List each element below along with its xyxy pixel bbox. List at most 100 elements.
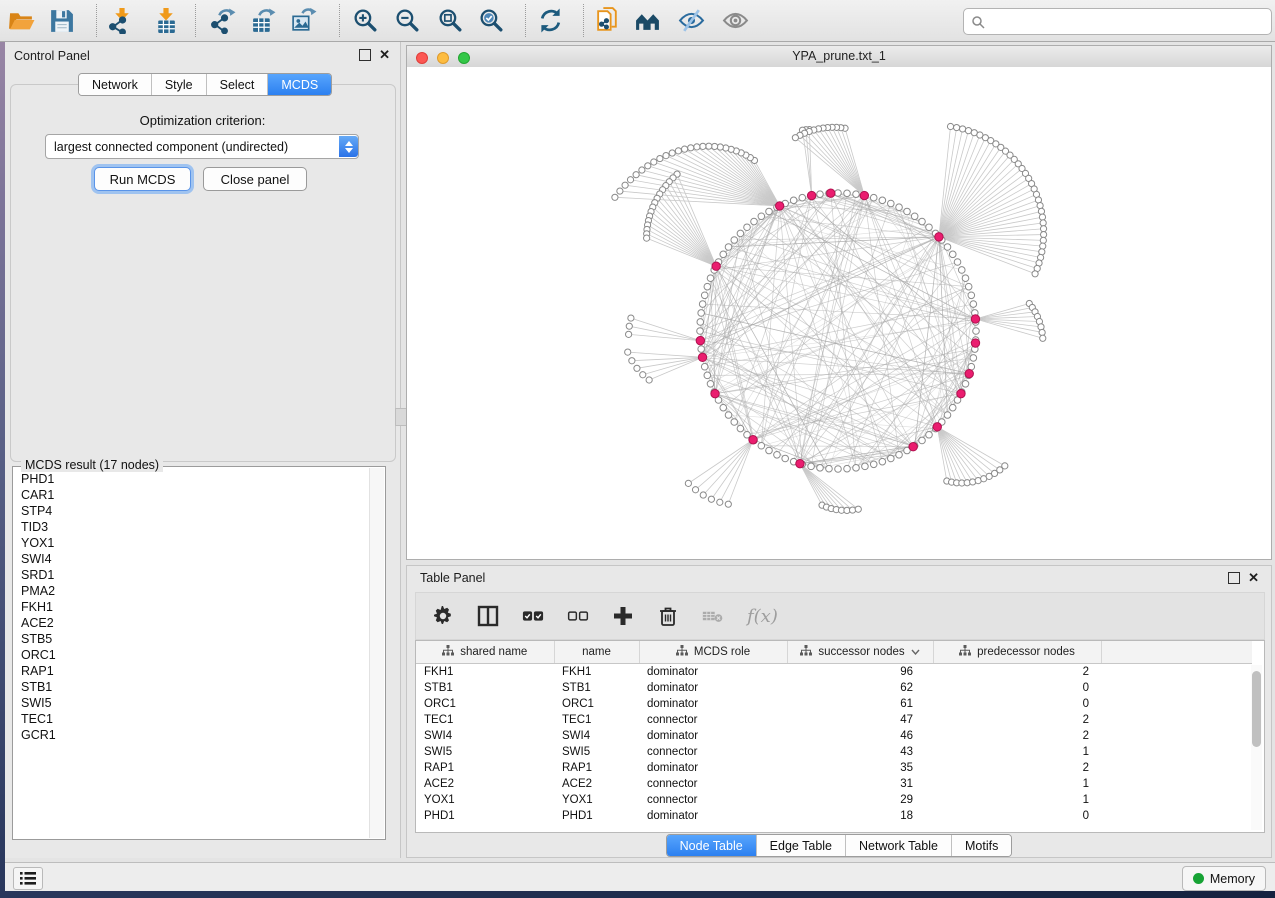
task-history-button[interactable]	[13, 867, 43, 890]
mcds-node-item[interactable]: SWI4	[14, 551, 369, 567]
tab-node-table[interactable]: Node Table	[667, 835, 756, 856]
table-scrollbar-thumb[interactable]	[1252, 671, 1261, 747]
table-cell: RAP1	[416, 760, 554, 776]
network-window-title: YPA_prune.txt_1	[407, 49, 1271, 63]
close-panel-icon[interactable]: ✕	[1248, 573, 1259, 583]
table-row[interactable]: STB1STB1dominator620	[416, 680, 1252, 696]
hide-selected-icon[interactable]	[678, 7, 705, 34]
zoom-in-icon[interactable]	[352, 7, 379, 34]
mcds-node-item[interactable]: TID3	[14, 519, 369, 535]
zoom-selected-icon[interactable]	[478, 7, 505, 34]
table-row[interactable]: RAP1RAP1dominator352	[416, 760, 1252, 776]
mcds-node-item[interactable]: SRD1	[14, 567, 369, 583]
mcds-result-title: MCDS result (17 nodes)	[21, 458, 163, 472]
network-window-titlebar[interactable]: YPA_prune.txt_1	[407, 46, 1271, 68]
table-cell: RAP1	[554, 760, 639, 776]
search-input[interactable]	[989, 11, 1271, 33]
mcds-node-item[interactable]: GCR1	[14, 727, 369, 743]
column-header-predecessor-nodes[interactable]: predecessor nodes	[933, 641, 1101, 664]
mcds-node-item[interactable]: PMA2	[14, 583, 369, 599]
table-scrollbar[interactable]	[1251, 665, 1262, 830]
table-row[interactable]: SWI4SWI4dominator462	[416, 728, 1252, 744]
table-cell: 2	[933, 712, 1101, 728]
table-row[interactable]: TEC1TEC1connector472	[416, 712, 1252, 728]
import-table-icon[interactable]	[152, 7, 179, 34]
zoom-fit-icon[interactable]	[437, 7, 464, 34]
export-image-icon[interactable]	[290, 7, 317, 34]
table-row[interactable]: PHD1PHD1dominator180	[416, 808, 1252, 824]
export-network-icon[interactable]	[210, 7, 237, 34]
mcds-list-scrollbar[interactable]	[369, 468, 384, 838]
mcds-node-item[interactable]: ACE2	[14, 615, 369, 631]
apply-function-icon[interactable]: f(x)	[747, 606, 778, 627]
open-file-icon[interactable]	[8, 7, 35, 34]
float-panel-icon[interactable]	[359, 49, 371, 61]
close-panel-button[interactable]: Close panel	[203, 167, 307, 191]
list-icon	[20, 872, 36, 885]
node-table-body: FKH1FKH1dominator962STB1STB1dominator620…	[416, 664, 1252, 825]
table-row[interactable]: ORC1ORC1dominator610	[416, 696, 1252, 712]
run-mcds-button[interactable]: Run MCDS	[94, 167, 191, 191]
table-row[interactable]: YOX1YOX1connector291	[416, 792, 1252, 808]
mcds-node-item[interactable]: STP4	[14, 503, 369, 519]
criterion-dropdown[interactable]: largest connected component (undirected)	[45, 134, 359, 159]
column-header-shared-name[interactable]: shared name	[416, 641, 554, 664]
save-session-icon[interactable]	[48, 7, 75, 34]
tab-select[interactable]: Select	[206, 74, 268, 95]
refresh-icon[interactable]	[537, 7, 564, 34]
show-all-icon[interactable]	[722, 7, 749, 34]
network-graph[interactable]	[407, 67, 1271, 559]
table-cell: 62	[787, 680, 933, 696]
delete-column-icon[interactable]	[657, 605, 679, 627]
show-columns-icon[interactable]	[477, 605, 499, 627]
table-cell: 0	[933, 680, 1101, 696]
table-cell: TEC1	[554, 712, 639, 728]
tab-edge-table[interactable]: Edge Table	[756, 835, 845, 856]
mcds-node-item[interactable]: SWI5	[14, 695, 369, 711]
mcds-node-item[interactable]: YOX1	[14, 535, 369, 551]
export-table-icon[interactable]	[250, 7, 277, 34]
zoom-out-icon[interactable]	[394, 7, 421, 34]
add-column-icon[interactable]	[612, 605, 634, 627]
table-cell: dominator	[639, 808, 787, 824]
table-options-icon[interactable]	[432, 605, 454, 627]
tab-motifs[interactable]: Motifs	[951, 835, 1011, 856]
mcds-node-item[interactable]: TEC1	[14, 711, 369, 727]
memory-status-icon	[1193, 873, 1204, 884]
tab-network[interactable]: Network	[79, 74, 151, 95]
tab-mcds[interactable]: MCDS	[267, 74, 331, 95]
select-all-icon[interactable]	[522, 605, 544, 627]
table-cell: 1	[933, 792, 1101, 808]
close-panel-icon[interactable]: ✕	[379, 50, 390, 60]
column-header-mcds-role[interactable]: MCDS role	[639, 641, 787, 664]
tab-network-table[interactable]: Network Table	[845, 835, 951, 856]
table-cell: 2	[933, 760, 1101, 776]
table-cell: 31	[787, 776, 933, 792]
deselect-all-icon[interactable]	[567, 605, 589, 627]
delete-table-icon[interactable]	[702, 605, 724, 627]
mcds-node-item[interactable]: CAR1	[14, 487, 369, 503]
first-neighbors-icon[interactable]	[634, 7, 661, 34]
mcds-node-item[interactable]: ORC1	[14, 647, 369, 663]
table-cell: YOX1	[416, 792, 554, 808]
import-network-icon[interactable]	[108, 7, 135, 34]
table-row[interactable]: SWI5SWI5connector431	[416, 744, 1252, 760]
table-row[interactable]: FKH1FKH1dominator962	[416, 664, 1252, 681]
table-cell: dominator	[639, 664, 787, 681]
mcds-node-item[interactable]: STB1	[14, 679, 369, 695]
mcds-node-item[interactable]: STB5	[14, 631, 369, 647]
tree-icon	[442, 645, 454, 659]
node-table-header-row: shared namenameMCDS rolesuccessor nodesp…	[416, 641, 1252, 664]
tab-style[interactable]: Style	[151, 74, 206, 95]
mcds-node-item[interactable]: FKH1	[14, 599, 369, 615]
table-row[interactable]: ACE2ACE2connector311	[416, 776, 1252, 792]
column-header-successor-nodes[interactable]: successor nodes	[787, 641, 933, 664]
column-header-name[interactable]: name	[554, 641, 639, 664]
memory-button[interactable]: Memory	[1182, 866, 1266, 891]
table-cell	[1101, 744, 1252, 760]
float-panel-icon[interactable]	[1228, 572, 1240, 584]
mcds-node-item[interactable]: RAP1	[14, 663, 369, 679]
network-from-document-icon[interactable]	[594, 7, 621, 34]
control-panel-tabs: NetworkStyleSelectMCDS	[78, 73, 332, 96]
mcds-node-item[interactable]: PHD1	[14, 471, 369, 487]
